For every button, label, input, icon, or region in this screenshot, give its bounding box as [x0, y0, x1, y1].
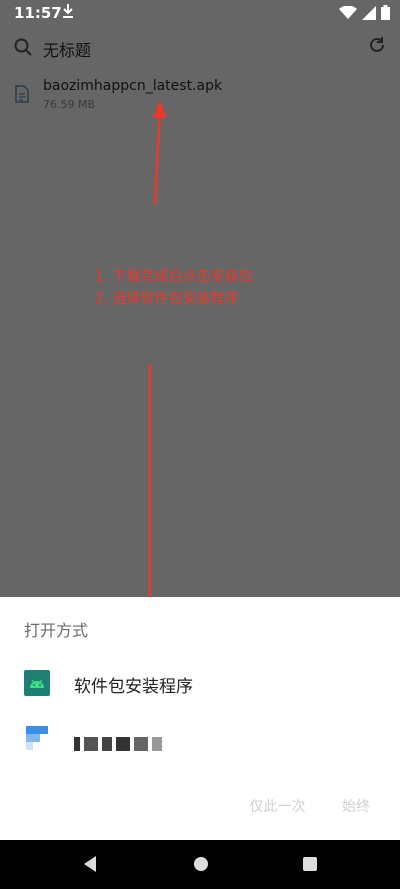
blurred-label [74, 733, 166, 751]
android-icon [24, 670, 50, 696]
instruction-note: 1. 下载完成后点击安装包 2. 选择软件包安装程序 [95, 266, 253, 310]
option-app-2[interactable] [0, 716, 400, 764]
option-label: 软件包安装程序 [74, 677, 193, 697]
option-package-installer[interactable]: 软件包安装程序 [0, 660, 400, 708]
arrow-up-icon [153, 111, 162, 206]
just-once-button[interactable]: 仅此一次 [250, 799, 306, 815]
sheet-actions: 仅此一次 始终 [218, 796, 370, 816]
home-icon[interactable] [193, 855, 209, 877]
open-with-sheet: 打开方式 软件包安装程序 仅此一次 始终 [0, 597, 400, 840]
back-icon[interactable] [82, 855, 98, 877]
instruction-line-2: 2. 选择软件包安装程序 [95, 291, 239, 307]
navigation-bar [0, 840, 400, 889]
recents-icon[interactable] [303, 855, 317, 877]
app-icon [24, 726, 50, 752]
instruction-line-1: 1. 下载完成后点击安装包 [95, 269, 253, 285]
sheet-title: 打开方式 [24, 621, 89, 640]
always-button[interactable]: 始终 [342, 799, 370, 815]
